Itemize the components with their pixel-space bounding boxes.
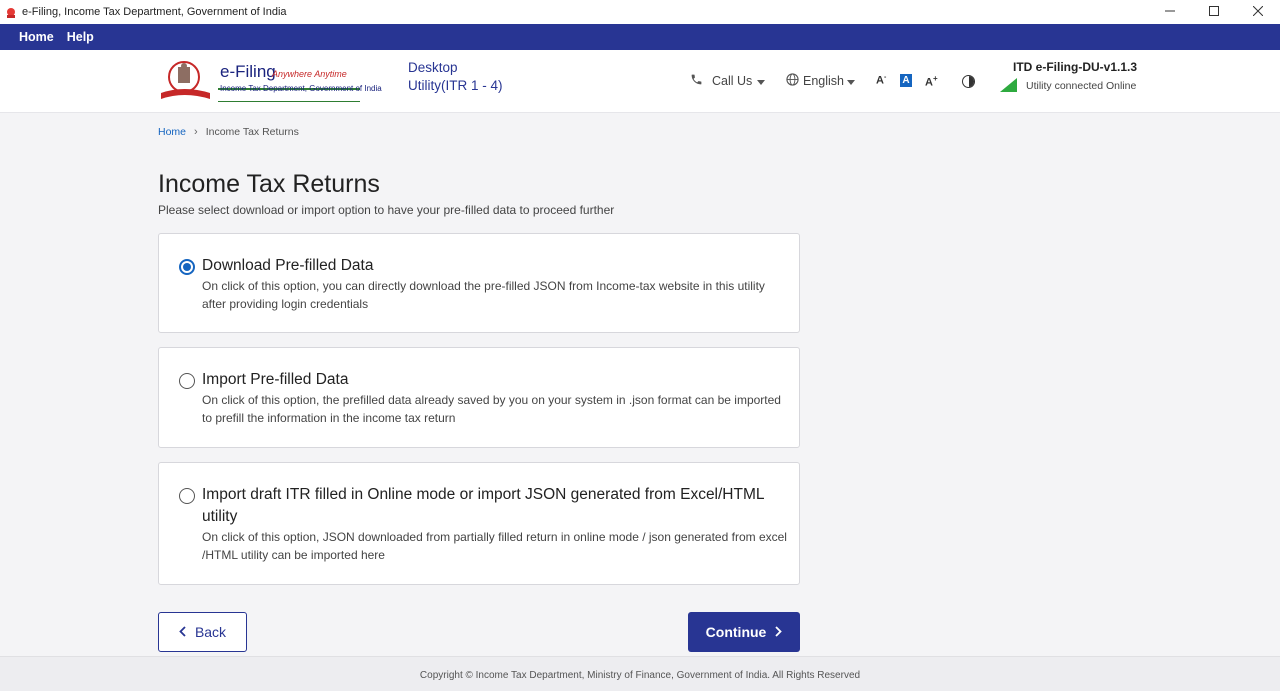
continue-label: Continue (705, 624, 767, 640)
option-description: On click of this option, you can directl… (202, 279, 765, 311)
language-label: English (803, 74, 844, 88)
footer: Copyright © Income Tax Department, Minis… (0, 656, 1280, 691)
back-label: Back (194, 624, 227, 640)
window-title: e-Filing, Income Tax Department, Governm… (22, 6, 287, 18)
option-title: Download Pre-filled Data (202, 257, 374, 274)
connection-status: Utility connected Online (1026, 80, 1137, 92)
chevron-left-icon (179, 624, 186, 640)
radio-import-draft-itr[interactable] (179, 488, 195, 504)
font-default-button[interactable]: A (900, 74, 912, 87)
chevron-right-icon: › (194, 126, 198, 138)
page-subtitle: Please select download or import option … (158, 203, 615, 217)
maximize-icon[interactable] (1192, 0, 1236, 22)
breadcrumb-home[interactable]: Home (158, 126, 186, 138)
font-increase-label: A (925, 76, 933, 89)
option-title: Import draft ITR filled in Online mode o… (202, 486, 764, 525)
app-emblem-icon (5, 6, 17, 18)
version-label: ITD e-Filing-DU-v1.1.3 (1013, 60, 1138, 74)
font-decrease-button[interactable]: A- (876, 74, 886, 87)
option-description: On click of this option, the prefilled d… (202, 393, 781, 425)
back-button[interactable]: Back (158, 612, 247, 652)
window-titlebar: e-Filing, Income Tax Department, Governm… (0, 0, 1280, 24)
option-title: Import Pre-filled Data (202, 371, 349, 388)
app-header: e-Filing Anywhere Anytime Income Tax Dep… (0, 50, 1280, 113)
radio-download-prefilled[interactable] (179, 259, 195, 275)
language-dropdown[interactable]: English (786, 73, 855, 89)
brand-title: e-Filing (220, 62, 276, 81)
breadcrumb-current: Income Tax Returns (205, 126, 299, 138)
option-card-download-prefilled[interactable]: Download Pre-filled Data On click of thi… (158, 233, 800, 333)
font-increase-button[interactable]: A+ (925, 74, 938, 89)
option-card-import-prefilled[interactable]: Import Pre-filled Data On click of this … (158, 347, 800, 448)
call-us-label: Call Us (712, 74, 753, 88)
signal-icon (1000, 78, 1017, 92)
minimize-icon[interactable] (1148, 0, 1192, 22)
chevron-down-icon (847, 74, 855, 88)
brand-subtitle: Income Tax Department, Government of Ind… (220, 84, 382, 93)
close-icon[interactable] (1236, 0, 1280, 22)
contrast-toggle-icon[interactable] (962, 75, 975, 88)
font-decrease-label: A (876, 74, 884, 87)
menu-help[interactable]: Help (67, 30, 94, 44)
page-title: Income Tax Returns (158, 170, 380, 198)
brand-tagline: Anywhere Anytime (272, 69, 347, 79)
call-us-dropdown[interactable]: Call Us (690, 73, 766, 89)
option-description: On click of this option, JSON downloaded… (202, 530, 787, 562)
chevron-right-icon (775, 624, 783, 640)
phone-icon (690, 73, 703, 89)
globe-icon (786, 73, 799, 89)
utility-name: Desktop Utility(ITR 1 - 4) (408, 60, 503, 93)
radio-import-prefilled[interactable] (179, 373, 195, 389)
emblem-icon (161, 61, 210, 99)
brand-underline-2 (218, 101, 360, 102)
breadcrumb: Home › Income Tax Returns (158, 126, 299, 138)
option-card-import-draft-itr[interactable]: Import draft ITR filled in Online mode o… (158, 462, 800, 585)
chevron-down-icon (757, 74, 766, 88)
menu-home[interactable]: Home (19, 30, 54, 44)
menu-bar: Home Help (0, 24, 1280, 50)
continue-button[interactable]: Continue (688, 612, 800, 652)
copyright-text: Copyright © Income Tax Department, Minis… (419, 670, 861, 681)
